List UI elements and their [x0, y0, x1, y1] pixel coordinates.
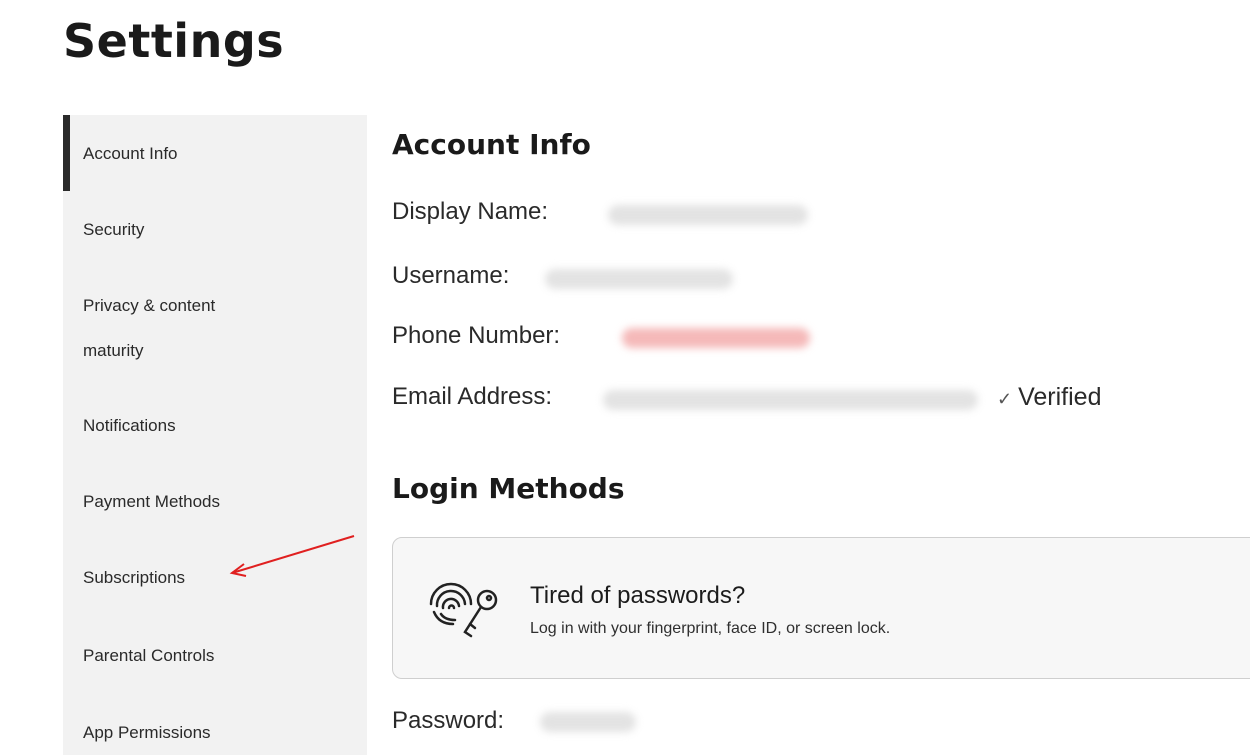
- email-address-label: Email Address:: [392, 383, 553, 410]
- sidebar-item-privacy-line2[interactable]: maturity: [83, 335, 143, 366]
- sidebar-item-payment-methods[interactable]: Payment Methods: [83, 486, 220, 517]
- display-name-value: [608, 205, 808, 225]
- passwordless-card-subtitle: Log in with your fingerprint, face ID, o…: [530, 620, 891, 637]
- username-value: [545, 269, 733, 289]
- sidebar-item-subscriptions[interactable]: Subscriptions: [83, 562, 185, 593]
- add-phone-link[interactable]: [622, 328, 810, 348]
- annotation-arrow-icon: [229, 535, 355, 577]
- email-value: [603, 390, 978, 410]
- account-info-title: Account Info: [392, 128, 591, 161]
- sidebar-item-security[interactable]: Security: [83, 214, 144, 245]
- login-methods-title: Login Methods: [392, 472, 625, 505]
- sidebar-item-app-permissions[interactable]: App Permissions: [83, 717, 211, 748]
- sidebar-item-parental-controls[interactable]: Parental Controls: [83, 640, 214, 671]
- password-value: [540, 712, 636, 732]
- passwordless-card[interactable]: Tired of passwords? Log in with your fin…: [392, 537, 1250, 679]
- fingerprint-key-icon: [429, 582, 498, 638]
- settings-sidebar: Account Info Security Privacy & content …: [63, 115, 367, 755]
- display-name-label: Display Name:: [392, 198, 549, 225]
- verified-label: Verified: [1018, 383, 1102, 411]
- verified-badge: ✓ Verified: [997, 383, 1101, 412]
- passwordless-card-title: Tired of passwords?: [530, 582, 746, 609]
- sidebar-item-notifications[interactable]: Notifications: [83, 410, 176, 441]
- check-icon: ✓: [997, 389, 1013, 409]
- sidebar-item-account-info[interactable]: Account Info: [83, 138, 178, 169]
- page-title: Settings: [63, 14, 285, 68]
- password-label: Password:: [392, 707, 505, 734]
- phone-number-label: Phone Number:: [392, 322, 561, 349]
- active-indicator: [63, 115, 70, 191]
- username-label: Username:: [392, 262, 510, 289]
- sidebar-item-privacy[interactable]: Privacy & content: [83, 290, 215, 321]
